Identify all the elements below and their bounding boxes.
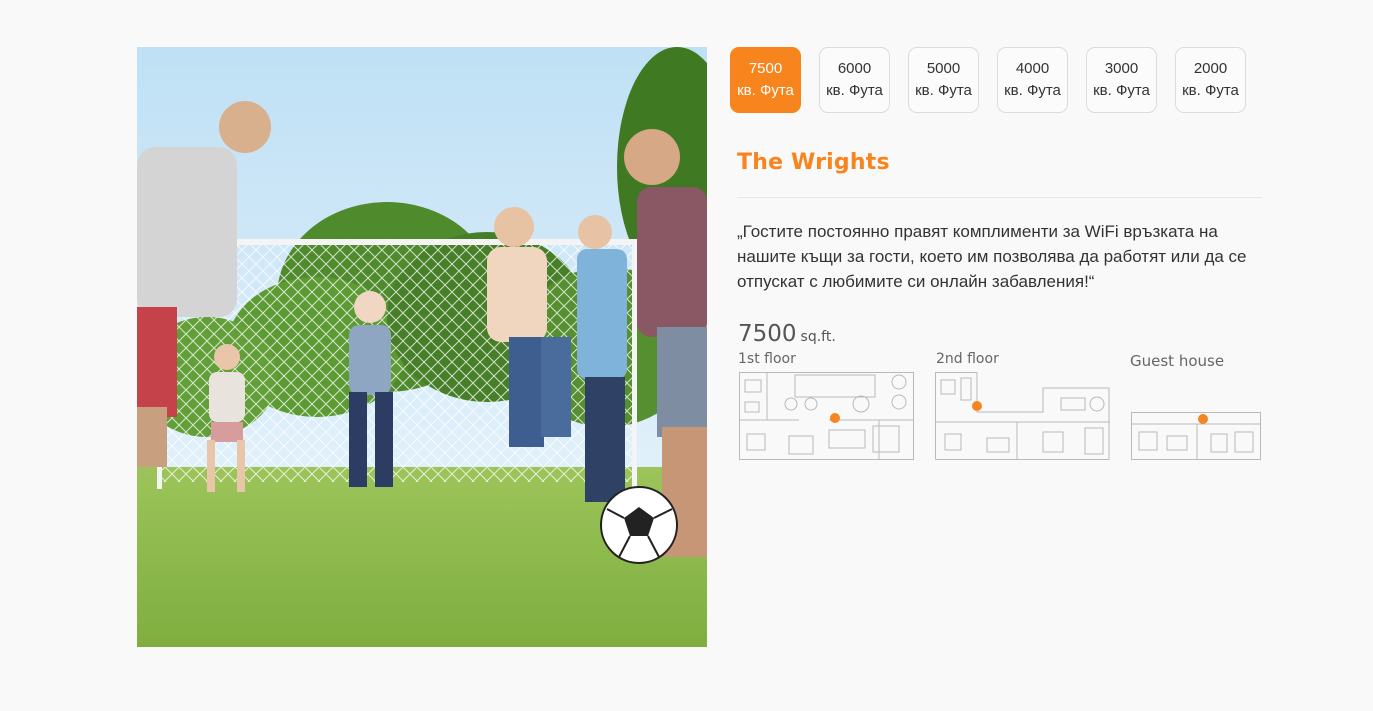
tab-6000[interactable]: 6000 кв. Фута (819, 47, 890, 113)
tab-number: 5000 (926, 60, 961, 77)
tab-number: 7500 (748, 60, 783, 77)
family-football-photo (137, 47, 707, 647)
tab-unit: кв. Фута (737, 82, 794, 99)
floor-label-guest-house: Guest house (1130, 352, 1225, 370)
tab-number: 3000 (1104, 60, 1139, 77)
page: 7500 кв. Фута 6000 кв. Фута 5000 кв. Фут… (0, 0, 1373, 711)
router-location-dot (830, 413, 840, 423)
floorplan-1st-floor (739, 372, 914, 460)
floorplan-size: 7500 sq.ft. (738, 321, 836, 347)
router-location-dot (972, 401, 982, 411)
floor-label-1st: 1st floor (738, 351, 796, 367)
floorplan-2nd-floor (935, 372, 1110, 460)
tab-2000[interactable]: 2000 кв. Фута (1175, 47, 1246, 113)
tab-unit: кв. Фута (826, 82, 883, 99)
tab-unit: кв. Фута (1004, 82, 1061, 99)
tab-7500[interactable]: 7500 кв. Фута (730, 47, 801, 113)
floorplan-size-unit: sq.ft. (800, 329, 836, 345)
tab-unit: кв. Фута (1182, 82, 1239, 99)
router-location-dot (1198, 414, 1208, 424)
tab-5000[interactable]: 5000 кв. Фута (908, 47, 979, 113)
testimonial-name: The Wrights (737, 150, 890, 175)
floor-label-2nd: 2nd floor (936, 351, 999, 367)
tab-4000[interactable]: 4000 кв. Фута (997, 47, 1068, 113)
tab-unit: кв. Фута (915, 82, 972, 99)
floorplan-guest-house (1131, 412, 1261, 460)
tab-number: 2000 (1193, 60, 1228, 77)
tab-unit: кв. Фута (1093, 82, 1150, 99)
size-tabs: 7500 кв. Фута 6000 кв. Фута 5000 кв. Фут… (730, 47, 1246, 113)
tab-number: 6000 (837, 60, 872, 77)
testimonial-quote: „Гостите постоянно правят комплименти за… (737, 222, 1247, 291)
divider (737, 197, 1262, 198)
tab-number: 4000 (1015, 60, 1050, 77)
tab-3000[interactable]: 3000 кв. Фута (1086, 47, 1157, 113)
floorplan-size-number: 7500 (738, 321, 797, 347)
